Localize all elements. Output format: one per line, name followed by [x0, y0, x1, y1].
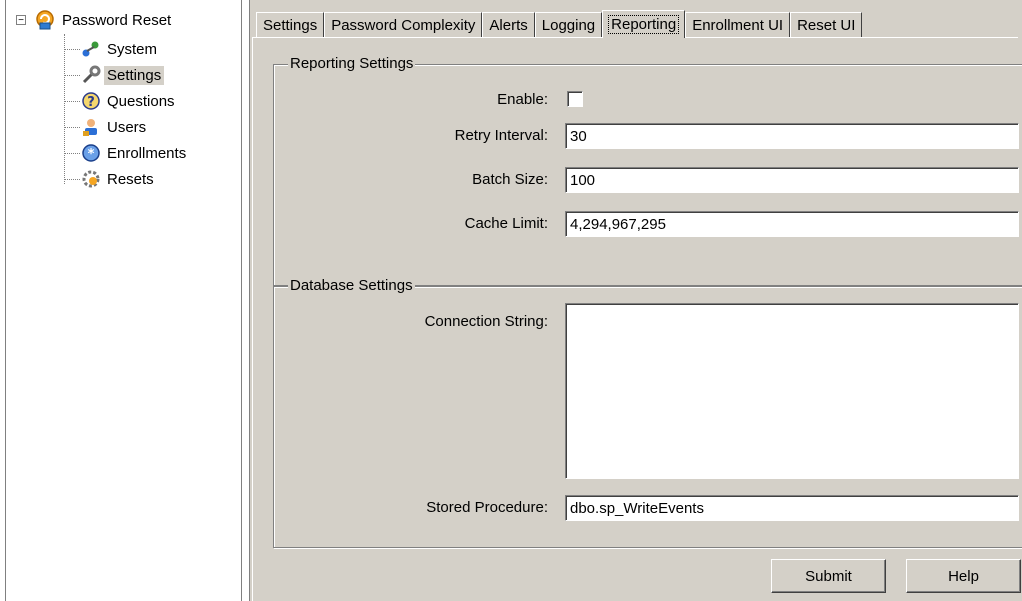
- tree-item-label: Settings: [104, 65, 165, 85]
- tab-logging[interactable]: Logging: [534, 12, 603, 38]
- tree-item-users[interactable]: Users: [64, 116, 149, 138]
- database-settings-title: Database Settings: [288, 277, 415, 294]
- tab-enrollment-ui[interactable]: Enrollment UI: [685, 12, 791, 38]
- resets-icon: [80, 168, 102, 190]
- retry-interval-input[interactable]: [565, 123, 1019, 149]
- connection-string-label: Connection String:: [424, 313, 548, 330]
- procedure-row: Stored Procedure:: [274, 495, 1022, 521]
- enable-checkbox[interactable]: [567, 91, 583, 107]
- tab-body: Reporting Settings Enable: Retry Interva…: [252, 37, 1022, 601]
- tree-item-label: System: [107, 40, 158, 58]
- tab-strip: Settings Password Complexity Alerts Logg…: [256, 10, 863, 38]
- retry-interval-label: Retry Interval:: [454, 127, 548, 144]
- tree-root-label: Password Reset: [62, 11, 172, 29]
- reporting-settings-title: Reporting Settings: [288, 55, 416, 72]
- tab-reporting[interactable]: Reporting: [602, 10, 686, 38]
- cache-limit-input[interactable]: [565, 211, 1019, 237]
- tree-item-questions[interactable]: ? Questions: [64, 90, 178, 112]
- svg-text:?: ?: [87, 95, 95, 110]
- users-icon: [80, 116, 102, 138]
- connection-row: Connection String:: [274, 303, 1022, 483]
- cache-row: Cache Limit:: [274, 211, 1022, 237]
- batch-size-label: Batch Size:: [472, 171, 548, 188]
- settings-tree[interactable]: − Password Reset System Settings ? Quest…: [5, 0, 242, 601]
- retry-row: Retry Interval:: [274, 123, 1022, 149]
- stored-procedure-input[interactable]: [565, 495, 1019, 521]
- tab-alerts[interactable]: Alerts: [482, 12, 535, 38]
- tree-item-resets[interactable]: Resets: [64, 168, 157, 190]
- tree-root[interactable]: − Password Reset: [16, 8, 171, 32]
- wrench-icon: [80, 64, 102, 86]
- batch-size-input[interactable]: [565, 167, 1019, 193]
- cache-limit-label: Cache Limit:: [464, 215, 548, 232]
- stored-procedure-label: Stored Procedure:: [426, 499, 548, 516]
- svg-text:*: *: [88, 147, 95, 162]
- connection-string-textarea[interactable]: [565, 303, 1019, 479]
- tree-item-label: Questions: [107, 92, 175, 110]
- help-button[interactable]: Help: [906, 559, 1021, 593]
- tab-settings[interactable]: Settings: [256, 12, 325, 38]
- enrollments-icon: *: [80, 142, 102, 164]
- tree-item-enrollments[interactable]: * Enrollments: [64, 142, 189, 164]
- tree-item-label: Resets: [107, 170, 154, 188]
- tree-item-label: Enrollments: [107, 144, 187, 162]
- database-settings-group: Database Settings Connection String: Sto…: [273, 277, 1022, 548]
- tab-reset-ui[interactable]: Reset UI: [790, 12, 863, 38]
- system-icon: [80, 38, 102, 60]
- tree-item-label: Users: [107, 118, 147, 136]
- tab-password-complexity[interactable]: Password Complexity: [324, 12, 483, 38]
- batch-row: Batch Size:: [274, 167, 1022, 193]
- reporting-settings-group: Reporting Settings Enable: Retry Interva…: [273, 55, 1022, 286]
- submit-button[interactable]: Submit: [771, 559, 886, 593]
- enable-label: Enable:: [497, 91, 548, 108]
- enable-row: Enable:: [274, 87, 1022, 113]
- content-panel: Settings Password Complexity Alerts Logg…: [249, 0, 1022, 601]
- collapse-toggle[interactable]: −: [16, 15, 26, 26]
- question-icon: ?: [80, 90, 102, 112]
- password-reset-icon: [36, 10, 54, 30]
- tree-item-system[interactable]: System: [64, 38, 160, 60]
- tree-item-settings[interactable]: Settings: [64, 64, 165, 86]
